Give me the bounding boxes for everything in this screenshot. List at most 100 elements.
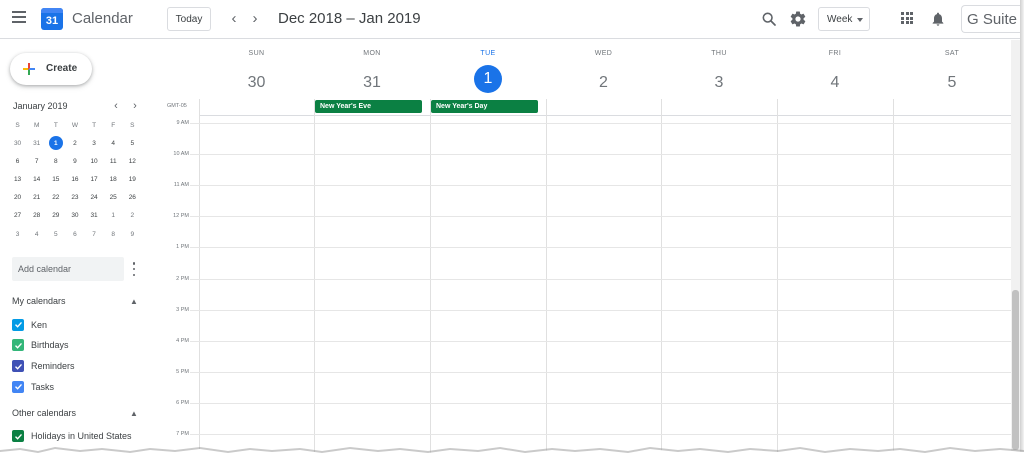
hour-label: 2 PM — [176, 275, 189, 282]
day-header-today[interactable]: TUE 1 — [431, 50, 546, 93]
mini-dow-label: S — [130, 121, 135, 129]
mini-day[interactable]: 3 — [8, 225, 27, 243]
calendar-item[interactable]: Holidays in United States — [12, 429, 132, 443]
mini-day[interactable]: 10 — [85, 152, 104, 170]
day-of-week-label: SUN — [248, 50, 265, 57]
checkbox-checked-icon[interactable] — [12, 430, 24, 442]
mini-day[interactable]: 2 — [123, 207, 142, 225]
calendar-item[interactable]: Reminders — [12, 359, 75, 373]
mini-day-number: 16 — [71, 175, 79, 183]
mini-day-number: 29 — [52, 212, 60, 220]
day-header[interactable]: SUN 30 — [199, 50, 314, 98]
calendar-item[interactable]: Tasks — [12, 380, 54, 394]
mini-day-number: 2 — [73, 139, 77, 147]
mini-day[interactable]: 21 — [27, 189, 46, 207]
other-calendars-header[interactable]: Other calendars — [12, 408, 76, 418]
day-number[interactable]: 5 — [937, 68, 967, 98]
day-of-week-label: THU — [711, 50, 727, 57]
mini-day[interactable]: 2 — [65, 134, 84, 152]
all-day-event-chip[interactable]: New Year's Day — [431, 100, 538, 113]
day-number[interactable]: 2 — [589, 68, 619, 98]
mini-day[interactable]: 28 — [27, 207, 46, 225]
mini-day[interactable]: 25 — [104, 189, 123, 207]
search-icon[interactable] — [761, 11, 777, 27]
checkbox-checked-icon[interactable] — [12, 339, 24, 352]
day-number[interactable]: 3 — [704, 68, 734, 98]
checkbox-checked-icon[interactable] — [12, 380, 24, 393]
mini-day[interactable]: 7 — [85, 225, 104, 243]
day-header[interactable]: THU 3 — [662, 50, 777, 98]
chevron-right-icon[interactable]: › — [247, 9, 263, 27]
mini-day[interactable]: 8 — [104, 225, 123, 243]
day-header[interactable]: WED 2 — [546, 50, 661, 98]
mini-day[interactable]: 6 — [8, 152, 27, 170]
day-number[interactable]: 4 — [820, 68, 850, 98]
chevron-up-icon[interactable]: ▲ — [129, 408, 139, 418]
mini-day[interactable]: 18 — [104, 170, 123, 188]
calendar-logo-icon[interactable]: 31 — [41, 8, 63, 30]
mini-day-number: 30 — [71, 212, 79, 220]
mini-day[interactable]: 22 — [46, 189, 65, 207]
mini-day[interactable]: 26 — [123, 189, 142, 207]
mini-day-today[interactable]: 1 — [46, 134, 65, 152]
add-calendar-input[interactable] — [12, 257, 124, 281]
create-button[interactable]: Create — [10, 53, 92, 85]
day-of-week-label: TUE — [480, 50, 496, 57]
chevron-up-icon[interactable]: ▲ — [129, 296, 139, 306]
mini-day[interactable]: 23 — [65, 189, 84, 207]
mini-day[interactable]: 14 — [27, 170, 46, 188]
mini-day[interactable]: 4 — [27, 225, 46, 243]
mini-day[interactable]: 7 — [27, 152, 46, 170]
mini-day[interactable]: 1 — [104, 207, 123, 225]
day-header[interactable]: SAT 5 — [895, 50, 1010, 98]
mini-day[interactable]: 19 — [123, 170, 142, 188]
scrollbar-thumb[interactable] — [1012, 290, 1019, 450]
calendar-item[interactable]: Birthdays — [12, 338, 69, 352]
more-vert-icon[interactable] — [131, 262, 137, 276]
mini-day[interactable]: 11 — [104, 152, 123, 170]
gsuite-logo[interactable]: G Suite — [961, 5, 1020, 33]
chevron-left-icon[interactable]: ‹ — [226, 9, 242, 27]
mini-day[interactable]: 31 — [85, 207, 104, 225]
mini-day[interactable]: 17 — [85, 170, 104, 188]
mini-day[interactable]: 9 — [123, 225, 142, 243]
mini-day[interactable]: 3 — [85, 134, 104, 152]
mini-day[interactable]: 6 — [65, 225, 84, 243]
mini-day[interactable]: 24 — [85, 189, 104, 207]
mini-day[interactable]: 29 — [46, 207, 65, 225]
mini-day[interactable]: 13 — [8, 170, 27, 188]
hour-label: 1 PM — [176, 244, 189, 251]
mini-chevron-left-icon[interactable]: ‹ — [110, 100, 122, 112]
mini-day[interactable]: 8 — [46, 152, 65, 170]
mini-day[interactable]: 5 — [123, 134, 142, 152]
mini-day[interactable]: 31 — [27, 134, 46, 152]
mini-day[interactable]: 27 — [8, 207, 27, 225]
day-header[interactable]: FRI 4 — [778, 50, 893, 98]
checkbox-checked-icon[interactable] — [12, 360, 24, 373]
mini-day[interactable]: 5 — [46, 225, 65, 243]
my-calendars-header[interactable]: My calendars — [12, 296, 66, 306]
day-header[interactable]: MON 31 — [315, 50, 430, 98]
mini-day[interactable]: 20 — [8, 189, 27, 207]
today-button[interactable]: Today — [167, 7, 211, 31]
mini-day[interactable]: 4 — [104, 134, 123, 152]
mini-chevron-right-icon[interactable]: › — [129, 100, 141, 112]
mini-day-number: 8 — [111, 230, 115, 238]
mini-day[interactable]: 9 — [65, 152, 84, 170]
day-number[interactable]: 1 — [474, 65, 502, 93]
day-number[interactable]: 30 — [242, 68, 272, 98]
all-day-event-chip[interactable]: New Year's Eve — [315, 100, 422, 113]
mini-day[interactable]: 30 — [8, 134, 27, 152]
gear-icon[interactable] — [789, 10, 807, 28]
mini-day[interactable]: 15 — [46, 170, 65, 188]
calendar-item[interactable]: Ken — [12, 318, 47, 332]
day-number[interactable]: 31 — [357, 68, 387, 98]
mini-day[interactable]: 30 — [65, 207, 84, 225]
view-selector[interactable]: Week — [818, 7, 870, 31]
bell-icon[interactable] — [930, 10, 946, 28]
mini-day[interactable]: 12 — [123, 152, 142, 170]
main-menu-icon[interactable] — [12, 11, 26, 23]
mini-day[interactable]: 16 — [65, 170, 84, 188]
checkbox-checked-icon[interactable] — [12, 318, 24, 331]
apps-grid-icon[interactable] — [901, 12, 913, 24]
